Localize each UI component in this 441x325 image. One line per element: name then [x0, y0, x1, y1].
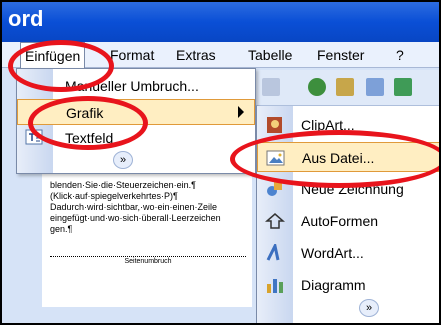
screenshot: ord Einfügen Format Extras Tabelle Fenst…	[0, 0, 441, 325]
menu-item-label: WordArt...	[301, 245, 364, 261]
window-title: ord	[8, 6, 44, 31]
excel-icon[interactable]	[394, 78, 412, 96]
menu-item-autoformen[interactable]: AutoFormen	[257, 206, 439, 236]
menu-item-label: AutoFormen	[301, 213, 379, 229]
toolbar	[242, 70, 439, 106]
edit-icon[interactable]	[336, 78, 354, 96]
menu-extras[interactable]: Extras	[176, 47, 216, 63]
undo-icon[interactable]	[262, 78, 280, 96]
menu-fenster[interactable]: Fenster	[317, 47, 364, 63]
table-icon[interactable]	[366, 78, 384, 96]
document-line: gen.¶	[50, 224, 73, 234]
autoshapes-icon	[265, 213, 285, 229]
highlight-grafik	[28, 96, 148, 150]
menu-item-diagramm[interactable]: Diagramm	[257, 270, 439, 300]
wordart-icon	[266, 244, 280, 261]
menu-format[interactable]: Format	[110, 47, 154, 63]
page-break-marker: Seitenumbruch	[50, 256, 246, 265]
document-line: (Klick·auf·spiegelverkehrtes·P)¶	[50, 191, 178, 201]
hyperlink-icon[interactable]	[308, 78, 326, 96]
menu-tabelle[interactable]: Tabelle	[248, 47, 292, 63]
document-page: blenden·Sie·die·Steuerzeichen·ein.¶ (Kli…	[42, 172, 252, 307]
submenu-arrow-icon	[238, 106, 244, 118]
expand-menu-icon[interactable]: »	[359, 299, 379, 317]
highlight-einfuegen	[8, 40, 114, 92]
document-line: eingefügt·und·wo·sich·überall·Leerzeiche…	[50, 213, 221, 223]
menu-help[interactable]: ?	[396, 47, 404, 63]
menu-item-label: Diagramm	[301, 277, 366, 293]
document-line: blenden·Sie·die·Steuerzeichen·ein.¶	[50, 180, 196, 190]
menu-item-wordart[interactable]: WordArt...	[257, 238, 439, 268]
document-line: Dadurch·wird·sichtbar,·wo·ein·einen·Zeil…	[50, 202, 218, 212]
highlight-aus-datei	[230, 130, 439, 188]
diagram-icon	[267, 279, 283, 293]
expand-menu-icon[interactable]: »	[113, 151, 133, 169]
clipart-icon	[267, 117, 282, 133]
title-bar: ord	[2, 2, 439, 42]
document-text: blenden·Sie·die·Steuerzeichen·ein.¶ (Kli…	[50, 180, 246, 235]
